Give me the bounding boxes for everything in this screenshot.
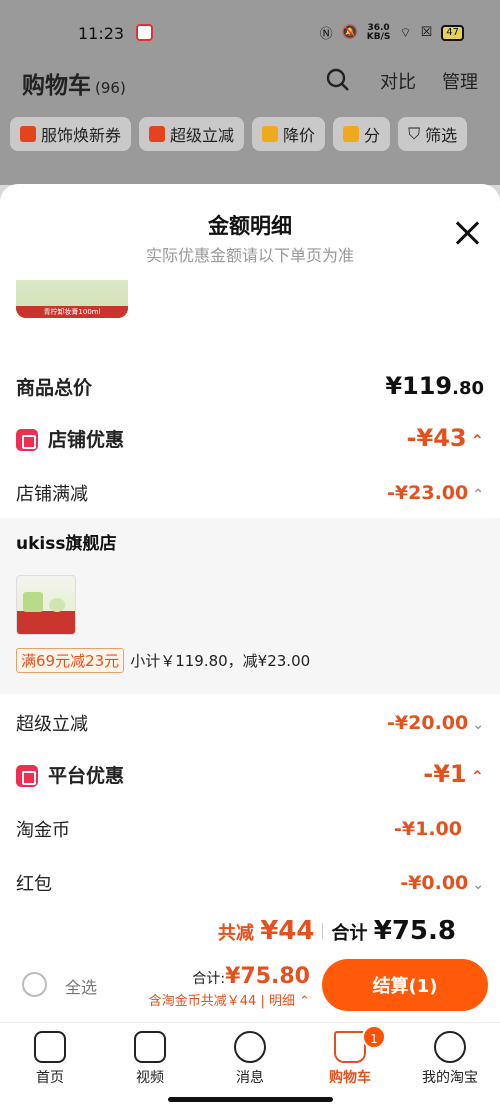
close-icon[interactable]	[454, 220, 480, 246]
platform-discount-row[interactable]: 平台优惠 -¥1 ⌃	[16, 760, 484, 788]
filter-tags: 服饰焕新券 超级立减 降价 分 ⛉ 筛选	[10, 117, 468, 151]
arrow-down-icon	[149, 126, 166, 142]
promo-text: 小计￥119.80，减¥23.00	[130, 652, 311, 670]
total-price-value: ¥119.80	[385, 372, 484, 400]
tag-filter[interactable]: ⛉ 筛选	[398, 117, 468, 151]
checkout-bar: 共减 ¥44 合计 ¥75.8 全选 合计:¥75.80 含淘金币共减￥44 |…	[0, 904, 500, 1022]
tag-category[interactable]: 分	[333, 117, 391, 151]
shop-badge-icon	[16, 429, 38, 451]
select-all-checkbox[interactable]	[22, 972, 47, 997]
home-icon	[34, 1031, 66, 1063]
checkout-button[interactable]: 结算(1)	[322, 959, 488, 1011]
red-packet-row[interactable]: 红包 -¥0.00 ⌄	[16, 870, 484, 896]
promo-tag: 满69元减23元	[16, 648, 125, 673]
filter-icon: ⛉	[408, 124, 421, 143]
wifi-icon: ⌔	[399, 25, 412, 41]
cart-count: (96)	[95, 79, 126, 97]
price-drop-icon	[262, 126, 279, 142]
chevron-up-icon: ⌃	[470, 767, 484, 786]
chevron-down-icon: ⌄	[472, 717, 484, 733]
shop-name: ukiss旗舰店	[16, 534, 117, 554]
tab-messages[interactable]: 消息	[205, 1031, 295, 1087]
message-icon	[234, 1031, 266, 1063]
status-time: 11:23	[78, 24, 125, 43]
smile-icon	[434, 1031, 466, 1063]
manage-button[interactable]: 管理	[442, 68, 478, 94]
detail-link[interactable]: 含淘金币共减￥44 | 明细 ⌃	[149, 990, 310, 1009]
amount-detail-sheet: 金额明细 实际优惠金额请以下单页为准 青柠卸妆膏100ml 商品总价 ¥119.…	[0, 184, 500, 1022]
promo-line: 满69元减23元 小计￥119.80，减¥23.00	[16, 648, 310, 673]
net-speed: 36.0 KB/S	[366, 22, 391, 42]
page-title: 购物车 (96)	[22, 73, 126, 99]
chevron-up-icon: ⌃	[470, 431, 484, 450]
play-icon	[134, 1031, 166, 1063]
super-discount-row[interactable]: 超级立减 -¥20.00 ⌄	[16, 710, 484, 736]
status-icons: Ⓝ 🔕 36.0 KB/S ⌔ ☒ 47	[320, 23, 464, 42]
tab-my-taobao[interactable]: 我的淘宝	[405, 1031, 495, 1087]
mute-icon: 🔕	[341, 25, 358, 40]
platform-badge-icon	[16, 765, 38, 787]
tag-super-discount[interactable]: 超级立减	[139, 117, 245, 151]
sheet-title: 金额明细	[208, 214, 292, 238]
saved-total-line: 共减 ¥44 合计 ¥75.8	[217, 916, 456, 946]
coupon-icon	[20, 126, 36, 142]
chevron-up-icon: ⌃	[472, 487, 484, 503]
folder-icon	[343, 126, 360, 142]
battery-icon: 47	[441, 24, 464, 41]
shop-minus-row[interactable]: 店铺满减 -¥23.00 ⌃	[16, 480, 484, 506]
product-image[interactable]	[16, 575, 76, 635]
sheet-subtitle: 实际优惠金额请以下单页为准	[145, 246, 354, 265]
sim-icon: ☒	[420, 25, 433, 40]
status-bar: 11:23 Ⓝ 🔕 36.0 KB/S ⌔ ☒ 47	[0, 0, 500, 60]
total-summary: 合计:¥75.80 含淘金币共减￥44 | 明细 ⌃	[148, 964, 310, 1009]
nfc-icon: Ⓝ	[319, 27, 333, 42]
cart-badge: 1	[362, 1025, 386, 1049]
total-price-row: 商品总价 ¥119.80	[16, 372, 484, 400]
chevron-up-icon: ⌃	[299, 994, 310, 1009]
product-thumbnail-top[interactable]: 青柠卸妆膏100ml	[16, 280, 128, 318]
cart-header: 购物车 (96) 对比 管理	[0, 62, 500, 102]
home-indicator[interactable]	[168, 1097, 333, 1102]
chevron-down-icon: ⌄	[472, 877, 484, 893]
shop-discount-row[interactable]: 店铺优惠 -¥43 ⌃	[16, 424, 484, 452]
tab-home[interactable]: 首页	[5, 1031, 95, 1087]
coin-row: 淘金币 -¥1.00	[16, 818, 462, 841]
app-notification-icon	[136, 24, 153, 41]
tag-coupon[interactable]: 服饰焕新券	[10, 117, 132, 151]
search-icon[interactable]	[326, 68, 350, 97]
compare-button[interactable]: 对比	[380, 68, 416, 94]
tab-video[interactable]: 视频	[105, 1031, 195, 1087]
tag-price-drop[interactable]: 降价	[252, 117, 326, 151]
select-all-label[interactable]: 全选	[65, 974, 97, 998]
